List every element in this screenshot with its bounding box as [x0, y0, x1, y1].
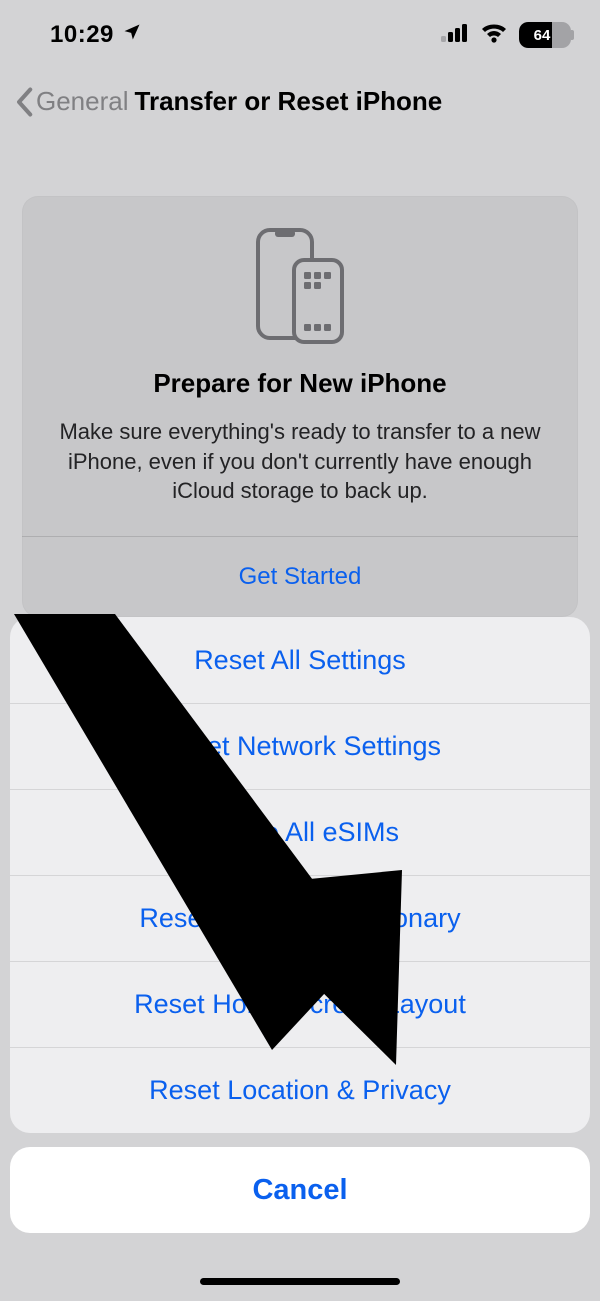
status-bar: 10:29 64 — [0, 0, 600, 70]
location-arrow-icon — [122, 21, 142, 49]
nav-bar: General Transfer or Reset iPhone — [0, 86, 600, 117]
wifi-icon — [481, 23, 507, 48]
reset-all-settings-button[interactable]: Reset All Settings — [10, 617, 590, 703]
reset-location-privacy-button[interactable]: Reset Location & Privacy — [10, 1047, 590, 1133]
home-indicator[interactable] — [200, 1278, 400, 1285]
chevron-left-icon — [14, 87, 34, 117]
status-left: 10:29 — [50, 21, 142, 49]
get-started-button[interactable]: Get Started — [48, 537, 552, 617]
status-right: 64 — [441, 22, 574, 48]
battery-icon: 64 — [519, 22, 574, 48]
reset-keyboard-dictionary-button[interactable]: Reset Keyboard Dictionary — [10, 875, 590, 961]
status-time: 10:29 — [50, 21, 114, 49]
back-button[interactable]: General — [14, 86, 129, 117]
reset-home-screen-layout-button[interactable]: Reset Home Screen Layout — [10, 961, 590, 1047]
reset-network-settings-button[interactable]: Reset Network Settings — [10, 703, 590, 789]
prepare-description: Make sure everything's ready to transfer… — [48, 417, 552, 506]
delete-all-esims-button[interactable]: Delete All eSIMs — [10, 789, 590, 875]
cancel-button[interactable]: Cancel — [10, 1147, 590, 1233]
back-label: General — [36, 86, 129, 117]
action-sheet: Reset All Settings Reset Network Setting… — [10, 617, 590, 1233]
prepare-title: Prepare for New iPhone — [48, 368, 552, 399]
page-title: Transfer or Reset iPhone — [135, 86, 443, 117]
cellular-icon — [441, 24, 469, 47]
battery-level: 64 — [519, 27, 571, 44]
two-phones-icon — [48, 226, 552, 346]
prepare-card: Prepare for New iPhone Make sure everyth… — [22, 196, 578, 617]
